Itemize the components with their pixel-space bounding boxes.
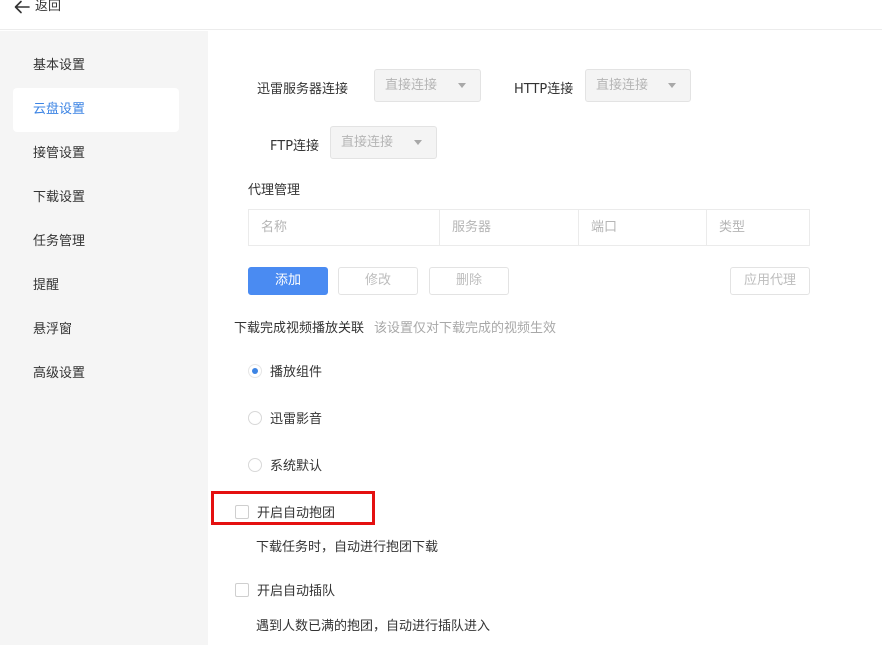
video-association-hint: 该设置仅对下载完成的视频生效: [374, 321, 557, 336]
sidebar-item-float-window[interactable]: 悬浮窗: [13, 308, 179, 352]
auto-group-description: 下载任务时，自动进行抱团下载: [256, 540, 439, 555]
chevron-down-icon: [668, 83, 676, 88]
video-association-label: 下载完成视频播放关联: [234, 321, 365, 336]
server-connection-select[interactable]: 直接连接: [374, 69, 481, 102]
server-connection-label: 迅雷服务器连接: [257, 82, 349, 97]
sidebar-item-reminder[interactable]: 提醒: [13, 264, 179, 308]
proxy-column-port: 端口: [579, 210, 707, 245]
edit-proxy-button[interactable]: 修改: [338, 267, 418, 295]
proxy-table: 名称 服务器 端口 类型: [248, 209, 810, 246]
http-connection-select[interactable]: 直接连接: [585, 69, 691, 102]
video-association-title: 下载完成视频播放关联 该设置仅对下载完成的视频生效: [234, 317, 556, 336]
sidebar-item-advanced[interactable]: 高级设置: [13, 352, 179, 396]
radio-unchecked-icon: [248, 457, 262, 472]
radio-label: 播放组件: [270, 365, 323, 380]
back-label: 返回: [35, 0, 62, 14]
auto-group-checkbox[interactable]: 开启自动抱团: [235, 502, 335, 521]
radio-label: 迅雷影音: [270, 412, 323, 427]
ftp-connection-label: FTP连接: [270, 139, 320, 154]
auto-queue-label: 开启自动插队: [257, 584, 336, 599]
radio-label: 系统默认: [270, 459, 323, 474]
top-bar: 返回: [0, 0, 882, 30]
radio-unchecked-icon: [248, 410, 262, 425]
sidebar-item-basic[interactable]: 基本设置: [13, 44, 179, 88]
back-button[interactable]: 返回: [14, 0, 61, 15]
sidebar-item-download[interactable]: 下载设置: [13, 176, 179, 220]
auto-group-label: 开启自动抱团: [257, 506, 336, 521]
apply-proxy-button[interactable]: 应用代理: [730, 267, 810, 295]
checkbox-icon: [235, 504, 249, 519]
proxy-column-server: 服务器: [440, 210, 579, 245]
checkbox-icon: [235, 582, 249, 597]
settings-panel: 迅雷服务器连接 直接连接 HTTP连接 直接连接 FTP连接 直接连接 代理管理…: [208, 31, 882, 645]
sidebar-item-tasks[interactable]: 任务管理: [13, 220, 179, 264]
http-connection-value: 直接连接: [596, 78, 649, 93]
add-proxy-button[interactable]: 添加: [248, 267, 328, 295]
ftp-connection-select[interactable]: 直接连接: [330, 126, 437, 159]
server-connection-value: 直接连接: [385, 78, 438, 93]
auto-queue-description: 遇到人数已满的抱团，自动进行插队进入: [256, 619, 491, 634]
sidebar-item-takeover[interactable]: 接管设置: [13, 132, 179, 176]
proxy-column-type: 类型: [719, 220, 746, 235]
radio-player-component[interactable]: 播放组件: [248, 361, 322, 380]
radio-checked-icon: [248, 363, 262, 378]
radio-system-default[interactable]: 系统默认: [248, 455, 322, 474]
radio-xunlei-player[interactable]: 迅雷影音: [248, 408, 322, 427]
auto-queue-checkbox[interactable]: 开启自动插队: [235, 580, 335, 599]
ftp-connection-value: 直接连接: [341, 135, 394, 150]
delete-proxy-button[interactable]: 删除: [429, 267, 509, 295]
sidebar: 基本设置 云盘设置 接管设置 下载设置 任务管理 提醒 悬浮窗 高级设置: [0, 31, 208, 645]
proxy-section-title: 代理管理: [248, 183, 301, 198]
chevron-down-icon: [414, 140, 422, 145]
chevron-down-icon: [458, 83, 466, 88]
http-connection-label: HTTP连接: [514, 82, 574, 97]
proxy-column-name: 名称: [249, 210, 440, 245]
arrow-left-icon: [14, 0, 30, 14]
sidebar-item-cloud[interactable]: 云盘设置: [13, 88, 179, 132]
